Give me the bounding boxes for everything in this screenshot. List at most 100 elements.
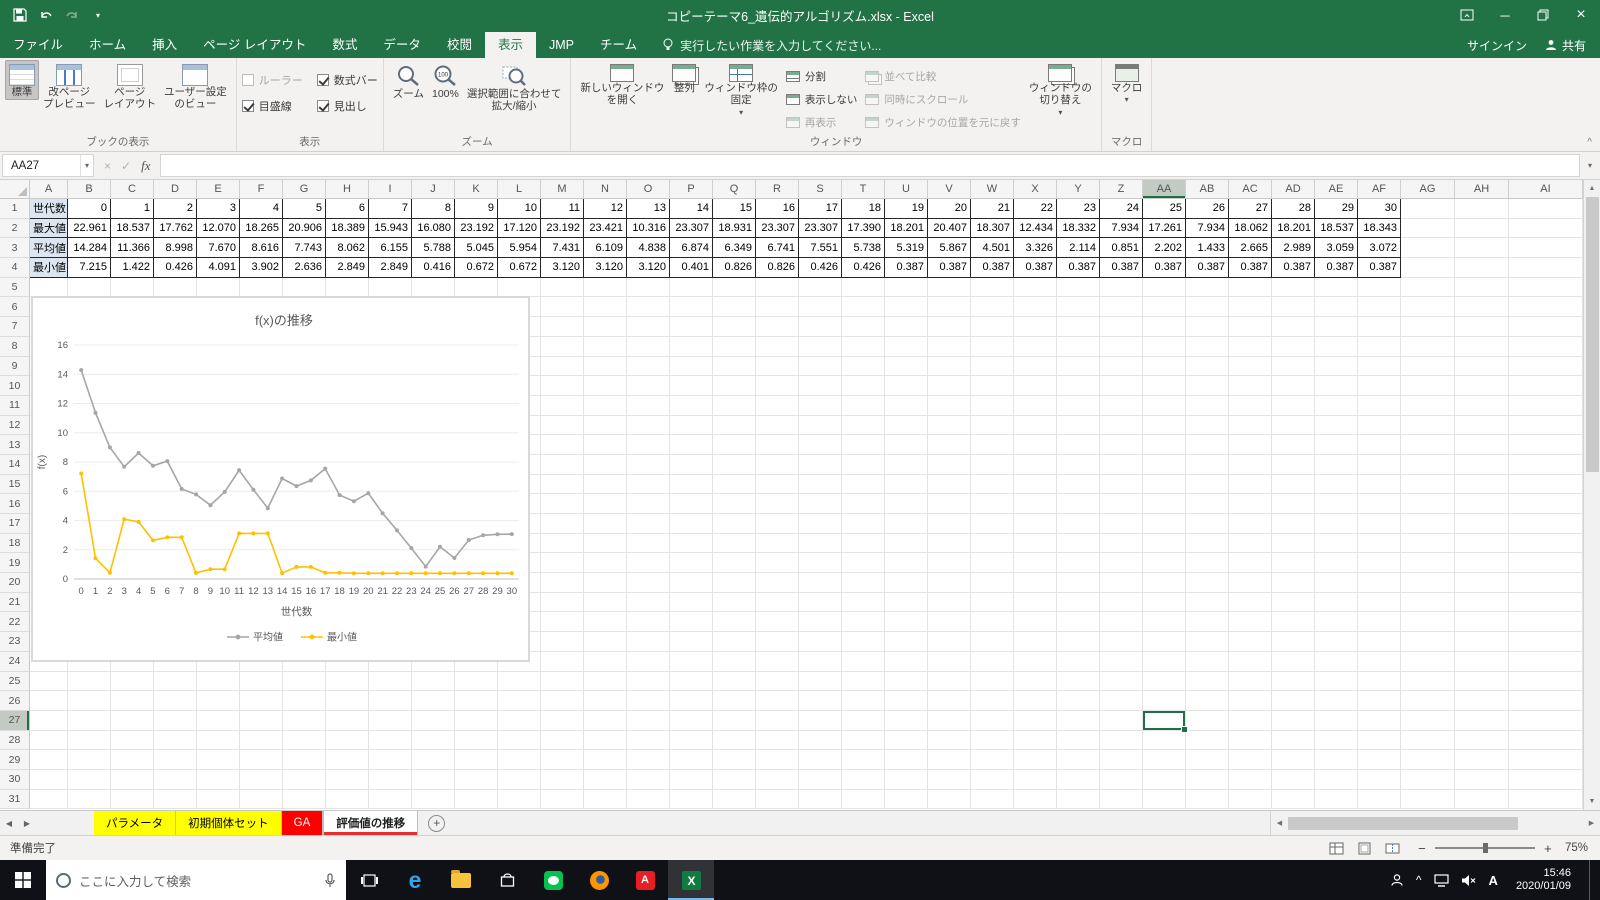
cell[interactable] (1315, 651, 1358, 672)
cell[interactable] (799, 494, 842, 514)
cell[interactable] (842, 750, 885, 770)
cell[interactable] (240, 769, 283, 790)
cell[interactable] (928, 336, 971, 357)
cell[interactable]: 17 (799, 199, 842, 219)
cell[interactable] (842, 474, 885, 495)
cell[interactable] (1229, 395, 1272, 416)
show-desktop-button[interactable] (1589, 860, 1594, 900)
cell[interactable]: 13 (627, 199, 670, 219)
cell[interactable] (1143, 277, 1186, 298)
cell[interactable] (584, 474, 627, 495)
cell[interactable] (971, 415, 1014, 436)
cell[interactable] (1143, 710, 1188, 733)
cell[interactable]: 0.387 (1229, 258, 1272, 278)
cell[interactable] (928, 632, 971, 652)
cell[interactable]: 6.155 (369, 238, 412, 259)
cell[interactable] (541, 612, 584, 633)
cell[interactable] (1143, 750, 1186, 770)
cell[interactable] (713, 671, 756, 692)
cell[interactable] (627, 671, 670, 692)
cell[interactable] (1014, 789, 1057, 810)
cell[interactable] (928, 533, 971, 554)
cell[interactable] (756, 553, 799, 574)
cell[interactable] (885, 494, 928, 514)
cell[interactable]: 7 (369, 199, 412, 219)
cell[interactable] (1455, 651, 1509, 672)
cell[interactable] (1272, 494, 1315, 514)
cell[interactable] (1401, 730, 1455, 751)
minimize-icon[interactable]: ─ (1486, 0, 1524, 30)
cell[interactable] (799, 277, 842, 298)
column-header[interactable]: V (928, 180, 971, 199)
cell[interactable] (68, 769, 111, 790)
cell[interactable] (1401, 454, 1455, 475)
cell[interactable] (627, 435, 670, 455)
row-header[interactable]: 4 (0, 258, 30, 278)
page-break-preview-icon[interactable] (1381, 839, 1405, 857)
cell[interactable] (756, 789, 799, 810)
tab-page-layout[interactable]: ページ レイアウト (190, 32, 319, 58)
cell[interactable] (1401, 691, 1455, 711)
cell[interactable] (1014, 573, 1057, 593)
cell[interactable] (1100, 789, 1143, 810)
column-header[interactable]: AH (1455, 180, 1509, 199)
cell[interactable] (885, 317, 928, 337)
cell[interactable] (756, 533, 799, 554)
cell[interactable] (1509, 671, 1583, 692)
cell[interactable] (30, 789, 68, 810)
cell[interactable]: 16 (756, 199, 799, 219)
cell[interactable] (799, 691, 842, 711)
cell[interactable] (1186, 592, 1229, 613)
cell[interactable] (627, 710, 670, 731)
cell[interactable] (30, 691, 68, 711)
cell[interactable]: 23.192 (541, 218, 584, 239)
cell[interactable] (1100, 671, 1143, 692)
cell[interactable] (1509, 474, 1583, 495)
cell[interactable] (541, 356, 584, 377)
cell[interactable]: 0.826 (756, 258, 799, 278)
cell[interactable] (1143, 415, 1186, 436)
save-icon[interactable] (8, 3, 32, 27)
cell[interactable]: 8.062 (326, 238, 369, 259)
zoom-100-button[interactable]: 100 100% (428, 60, 463, 102)
row-header[interactable]: 2 (0, 218, 30, 239)
cell[interactable] (584, 435, 627, 455)
cell[interactable]: 2 (154, 199, 197, 219)
taskbar-search-box[interactable]: ここに入力して検索 (46, 860, 346, 900)
cell[interactable] (1509, 612, 1583, 633)
cell[interactable] (1143, 671, 1186, 692)
cell[interactable] (885, 710, 928, 731)
cell[interactable] (1455, 671, 1509, 692)
cell[interactable] (1143, 651, 1186, 672)
cell[interactable] (1358, 730, 1401, 751)
cell[interactable] (1186, 671, 1229, 692)
new-window-button[interactable]: 新しいウィンドウ を開く (576, 60, 668, 109)
cell[interactable] (1186, 435, 1229, 455)
cell[interactable]: 8.616 (240, 238, 283, 259)
cell[interactable] (1509, 769, 1583, 790)
cell[interactable] (1014, 533, 1057, 554)
cell[interactable] (1100, 632, 1143, 652)
cell[interactable] (369, 730, 412, 751)
cell[interactable] (799, 750, 842, 770)
cell[interactable]: 20 (928, 199, 971, 219)
cell[interactable] (928, 415, 971, 436)
cell[interactable] (455, 710, 498, 731)
cell[interactable] (627, 612, 670, 633)
synchronous-scrolling-button[interactable]: 同時にスクロール (865, 89, 1021, 110)
cell[interactable] (584, 395, 627, 416)
cell[interactable] (1509, 651, 1583, 672)
cell[interactable] (1014, 494, 1057, 514)
cell[interactable]: 1 (111, 199, 154, 219)
cell[interactable] (756, 573, 799, 593)
cell[interactable] (1186, 651, 1229, 672)
cell[interactable] (928, 671, 971, 692)
cell[interactable] (455, 769, 498, 790)
headings-checkbox[interactable]: 見出し (316, 94, 378, 118)
cell[interactable] (541, 730, 584, 751)
cell[interactable] (1272, 474, 1315, 495)
column-header[interactable]: C (111, 180, 154, 199)
row-header[interactable]: 26 (0, 691, 30, 711)
cell[interactable] (1509, 277, 1583, 298)
tab-team[interactable]: チーム (587, 32, 650, 58)
